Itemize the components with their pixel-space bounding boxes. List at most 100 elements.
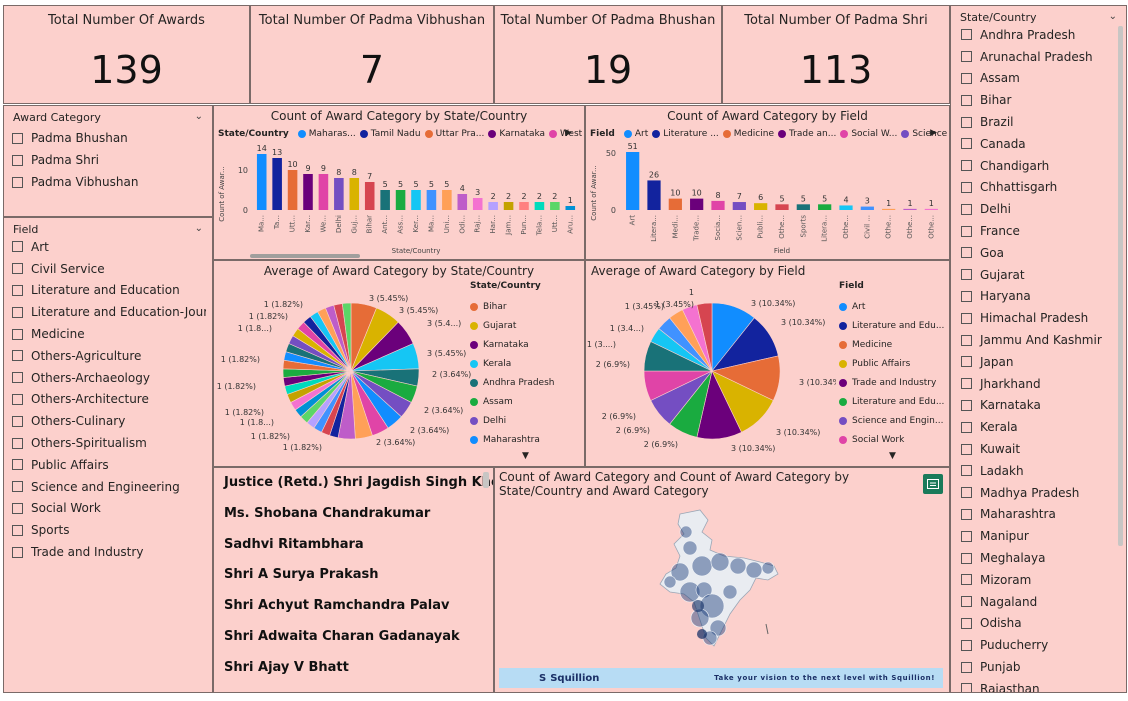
slicer-item-kerala[interactable]: Kerala	[961, 416, 1120, 438]
bar[interactable]	[519, 202, 529, 210]
slicer-item-medicine[interactable]: Medicine	[12, 323, 206, 345]
legend-item[interactable]: Literature and Edu...	[839, 316, 944, 335]
slicer-item-meghalaya[interactable]: Meghalaya	[961, 547, 1120, 569]
legend-item[interactable]: Assam	[470, 392, 554, 411]
checkbox[interactable]	[961, 421, 972, 433]
bar[interactable]	[626, 152, 640, 210]
slicer-item-others-agriculture[interactable]: Others-Agriculture	[12, 345, 206, 367]
slicer-item-bihar[interactable]: Bihar	[961, 89, 1120, 111]
checkbox[interactable]	[961, 574, 972, 586]
legend-item[interactable]: Art	[839, 297, 944, 316]
bar[interactable]	[503, 202, 514, 210]
bar[interactable]	[796, 204, 810, 210]
bar[interactable]	[472, 198, 483, 210]
slicer-item-civil-service[interactable]: Civil Service	[12, 258, 206, 280]
checkbox[interactable]	[12, 284, 23, 296]
awardee-names-table[interactable]: Justice (Retd.) Shri Jagdish Singh Kheha…	[213, 467, 494, 693]
table-row[interactable]: Shri A Surya Prakash	[224, 564, 479, 595]
bar[interactable]	[754, 203, 768, 210]
focus-mode-icon[interactable]	[923, 474, 943, 494]
checkbox[interactable]	[12, 306, 23, 318]
award-category-slicer[interactable]: Award Category ⌄ Padma Bhushan Padma Shr…	[3, 105, 213, 217]
bar[interactable]	[303, 174, 313, 210]
slicer-item-france[interactable]: France	[961, 220, 1120, 242]
slicer-item-chhattisgarh[interactable]: Chhattisgarh	[961, 177, 1120, 199]
checkbox[interactable]	[961, 465, 972, 477]
bar[interactable]	[839, 205, 853, 210]
chevron-down-icon[interactable]: ⌄	[195, 223, 203, 236]
slicer-item-literature-and-education-journ[interactable]: Literature and Education-Journ...	[12, 301, 206, 323]
bar[interactable]	[457, 194, 468, 210]
slicer-item-punjab[interactable]: Punjab	[961, 656, 1120, 678]
legend-next-icon[interactable]: ▶	[565, 128, 572, 138]
checkbox[interactable]	[961, 596, 972, 608]
bar[interactable]	[711, 200, 725, 210]
checkbox[interactable]	[961, 508, 972, 520]
checkbox[interactable]	[961, 269, 972, 281]
chevron-down-icon[interactable]: ⌄	[195, 111, 203, 124]
checkbox[interactable]	[961, 51, 972, 63]
bar[interactable]	[690, 198, 704, 210]
checkbox[interactable]	[12, 372, 23, 384]
bar-chart-field[interactable]: Count of Award Category by Field Field A…	[585, 105, 950, 260]
checkbox[interactable]	[961, 116, 972, 128]
bar[interactable]	[256, 154, 267, 210]
slicer-item-japan[interactable]: Japan	[961, 351, 1120, 373]
bar[interactable]	[349, 178, 360, 210]
bar[interactable]	[903, 208, 917, 210]
chevron-down-icon[interactable]: ⌄	[1109, 11, 1117, 24]
checkbox[interactable]	[12, 459, 23, 471]
checkbox[interactable]	[12, 546, 23, 558]
slicer-item-andhra-pradesh[interactable]: Andhra Pradesh	[961, 24, 1120, 46]
slicer-item-maharashtra[interactable]: Maharashtra	[961, 504, 1120, 526]
checkbox[interactable]	[12, 241, 23, 253]
slicer-item-nagaland[interactable]: Nagaland	[961, 591, 1120, 613]
slicer-item-chandigarh[interactable]: Chandigarh	[961, 155, 1120, 177]
table-row[interactable]: Justice (Retd.) Shri Jagdish Singh Kheha…	[224, 472, 493, 503]
bar[interactable]	[534, 202, 545, 210]
checkbox[interactable]	[12, 263, 23, 275]
slicer-item-mizoram[interactable]: Mizoram	[961, 569, 1120, 591]
slicer-item-science-and-engineering[interactable]: Science and Engineering	[12, 476, 206, 498]
squillion-banner[interactable]: S Squillion Take your vision to the next …	[499, 668, 943, 688]
checkbox[interactable]	[961, 617, 972, 629]
slicer-item-himachal-pradesh[interactable]: Himachal Pradesh	[961, 307, 1120, 329]
legend-item[interactable]: Bihar	[470, 297, 554, 316]
bar[interactable]	[860, 206, 874, 210]
checkbox[interactable]	[961, 225, 972, 237]
slicer-item-odisha[interactable]: Odisha	[961, 613, 1120, 635]
table-row[interactable]: Sadhvi Ritambhara	[224, 534, 479, 565]
checkbox[interactable]	[12, 524, 23, 536]
map-visual[interactable]: Count of Award Category and Count of Awa…	[494, 467, 950, 693]
slicer-item-public-affairs[interactable]: Public Affairs	[12, 454, 206, 476]
bar[interactable]	[442, 190, 452, 210]
bar[interactable]	[647, 180, 661, 210]
slicer-item-goa[interactable]: Goa	[961, 242, 1120, 264]
checkbox[interactable]	[961, 138, 972, 150]
checkbox[interactable]	[12, 328, 23, 340]
bar[interactable]	[380, 190, 390, 210]
bar[interactable]	[272, 158, 282, 210]
checkbox[interactable]	[961, 378, 972, 390]
bar[interactable]	[287, 170, 298, 210]
bar[interactable]	[395, 190, 406, 210]
slicer-item-assam[interactable]: Assam	[961, 68, 1120, 90]
bar[interactable]	[550, 202, 560, 210]
slicer-item-haryana[interactable]: Haryana	[961, 286, 1120, 308]
slicer-item-social-work[interactable]: Social Work	[12, 498, 206, 520]
slicer-item-padma-shri[interactable]: Padma Shri	[12, 149, 206, 171]
bar[interactable]	[882, 208, 896, 210]
slicer-item-others-architecture[interactable]: Others-Architecture	[12, 389, 206, 411]
checkbox[interactable]	[961, 290, 972, 302]
checkbox[interactable]	[961, 443, 972, 455]
pie-chart-field[interactable]: Average of Award Category by Field 3 (10…	[585, 260, 950, 467]
slicer-item-sports[interactable]: Sports	[12, 519, 206, 541]
checkbox[interactable]	[961, 94, 972, 106]
slicer-item-brazil[interactable]: Brazil	[961, 111, 1120, 133]
table-row[interactable]: Ms. Shobana Chandrakumar	[224, 503, 479, 534]
legend-item[interactable]: Science and Engin...	[839, 411, 944, 430]
table-row[interactable]: Shri Achyut Ramchandra Palav	[224, 595, 479, 626]
checkbox[interactable]	[961, 160, 972, 172]
legend-item[interactable]: Karnataka	[470, 335, 554, 354]
slicer-item-padma-vibhushan[interactable]: Padma Vibhushan	[12, 171, 206, 193]
